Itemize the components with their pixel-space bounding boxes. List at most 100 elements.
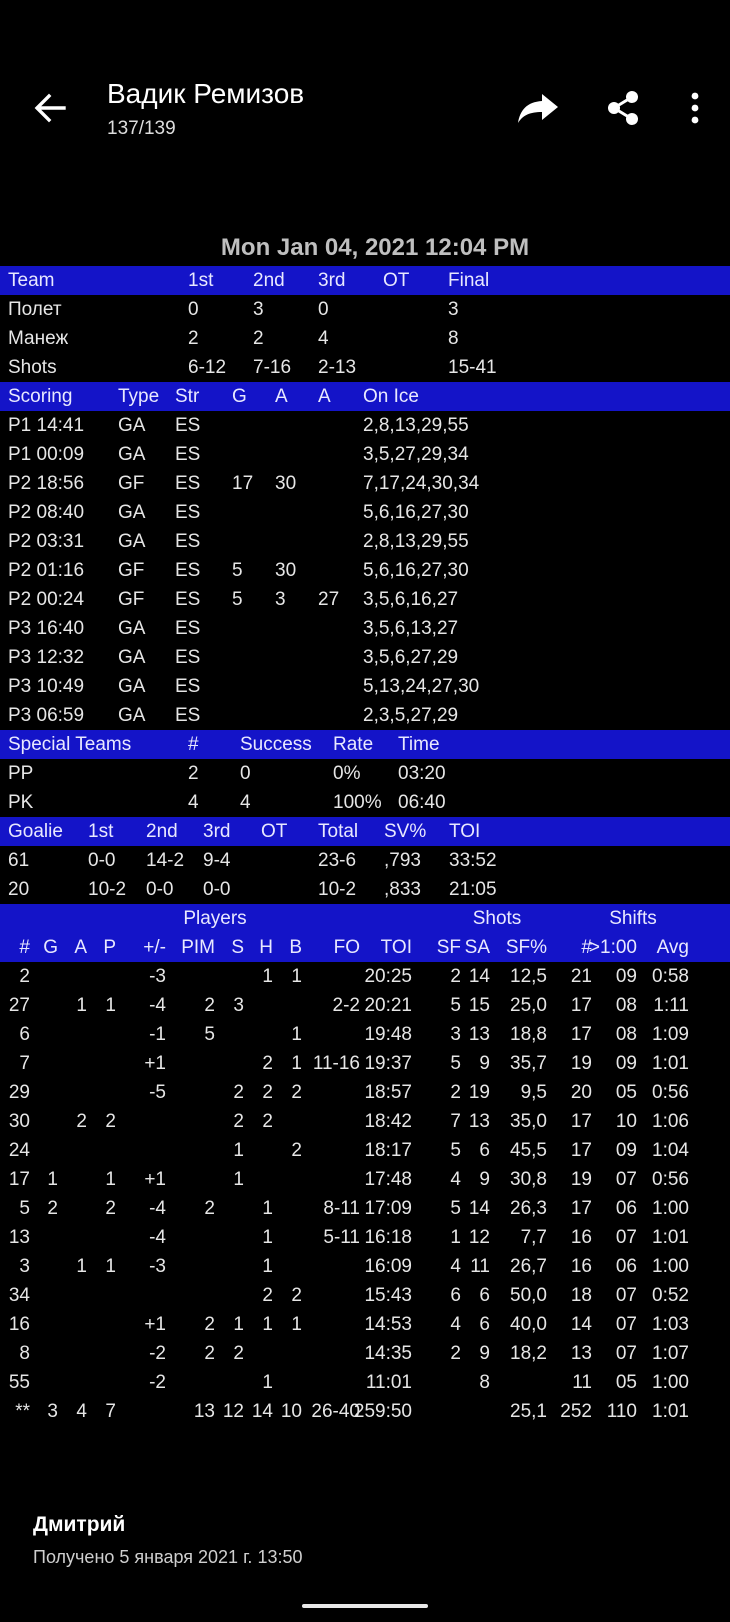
table-cell: 09: [615, 1140, 637, 1161]
table-cell: 11: [470, 1256, 490, 1277]
table-cell: 259:50: [353, 1401, 412, 1422]
table-cell: 1:09: [652, 1024, 689, 1045]
forward-button[interactable]: [515, 88, 561, 128]
share-button[interactable]: [605, 88, 641, 128]
column-header: A: [74, 937, 87, 958]
table-cell: 13: [468, 1024, 490, 1045]
more-options-button[interactable]: [683, 88, 707, 128]
table-cell: 11:01: [365, 1372, 412, 1393]
scoring-row: P2 03:31 GA ES 2,8,13,29,55: [0, 527, 730, 556]
table-cell: 17: [570, 1024, 592, 1045]
table-cell: 4: [450, 1169, 461, 1190]
scoring-row: P2 08:40 GA ES 5,6,16,27,30: [0, 498, 730, 527]
column-header: Shifts: [609, 908, 657, 929]
table-cell: 1: [291, 1314, 302, 1335]
table-cell: 1: [262, 1198, 273, 1219]
table-cell: 2: [76, 1111, 87, 1132]
table-cell: P2 18:56: [8, 473, 85, 494]
table-cell: 1:00: [652, 1198, 689, 1219]
table-cell: 3,5,6,13,27: [363, 618, 459, 639]
table-cell: 1: [47, 1169, 58, 1190]
table-cell: 0:56: [652, 1082, 689, 1103]
table-cell: 0: [188, 299, 199, 320]
table-cell: 12: [222, 1401, 244, 1422]
table-cell: 9-4: [203, 850, 231, 871]
table-cell: 13: [570, 1343, 592, 1364]
table-cell: 09: [615, 1053, 637, 1074]
table-cell: 14:35: [364, 1343, 412, 1364]
table-cell: 19:37: [364, 1053, 412, 1074]
scoring-row: P2 00:24 GF ES 5 3 27 3,5,6,16,27: [0, 585, 730, 614]
table-cell: 15: [468, 995, 490, 1016]
scoring-row: P1 00:09 GA ES 3,5,27,29,34: [0, 440, 730, 469]
table-cell: 21: [570, 966, 592, 987]
table-cell: 2,8,13,29,55: [363, 415, 469, 436]
table-cell: 21:05: [449, 879, 497, 900]
table-cell: 10-2: [88, 879, 127, 900]
table-cell: 33:52: [449, 850, 497, 871]
table-cell: 27: [8, 995, 30, 1016]
table-cell: ES: [175, 531, 201, 552]
column-header: Time: [398, 734, 440, 755]
table-cell: 45,5: [510, 1140, 547, 1161]
table-cell: 16:18: [364, 1227, 412, 1248]
player-row: 13 -4 1 5-11 16:18 1 12 7,7 16 07 1:01: [0, 1223, 730, 1252]
special-teams-row: PP 2 0 0% 03:20: [0, 759, 730, 788]
column-header: PIM: [181, 937, 215, 958]
table-cell: 2: [204, 1314, 215, 1335]
table-cell: 20:25: [364, 966, 412, 987]
table-cell: 2: [188, 763, 199, 784]
column-header: Team: [8, 270, 55, 291]
back-button[interactable]: [30, 88, 70, 128]
more-vertical-icon: [691, 92, 699, 124]
table-cell: 19: [570, 1169, 592, 1190]
table-cell: 11-16: [312, 1053, 360, 1074]
column-header: S: [231, 937, 244, 958]
game-report-image: Mon Jan 04, 2021 12:04 PM Team 1st 2nd 3rd O…: [0, 230, 730, 1426]
table-cell: 1: [262, 1314, 273, 1335]
table-cell: 6: [479, 1285, 490, 1306]
table-cell: 5,6,16,27,30: [363, 560, 469, 581]
table-cell: 0:56: [652, 1169, 689, 1190]
table-cell: GA: [118, 531, 146, 552]
table-cell: 18:42: [364, 1111, 412, 1132]
table-cell: 34: [8, 1285, 30, 1306]
player-row: 24 1 2 18:17 5 6 45,5 17 09 1:04: [0, 1136, 730, 1165]
table-cell: Shots: [8, 357, 57, 378]
table-cell: 1: [76, 1256, 87, 1277]
table-cell: 2: [188, 328, 199, 349]
table-cell: ES: [175, 473, 201, 494]
table-cell: 5: [232, 560, 243, 581]
table-cell: 16: [570, 1256, 592, 1277]
table-cell: 14:53: [364, 1314, 412, 1335]
table-cell: 1:03: [652, 1314, 689, 1335]
table-cell: 1: [105, 1256, 116, 1277]
column-header: Rate: [333, 734, 374, 755]
table-cell: 7,17,24,30,34: [363, 473, 480, 494]
score-row: Полет 0 3 0 3: [0, 295, 730, 324]
table-cell: 1: [262, 1256, 273, 1277]
table-cell: 26,3: [510, 1198, 547, 1219]
table-cell: GF: [118, 473, 145, 494]
share-icon: [608, 91, 638, 125]
column-header: 3rd: [203, 821, 231, 842]
table-cell: ES: [175, 676, 201, 697]
table-cell: 2: [233, 1343, 244, 1364]
table-cell: 30: [275, 560, 297, 581]
player-row: 27 1 1 -4 2 3 2-2 20:21 5 15 25,0 17 08 1:11: [0, 991, 730, 1020]
column-header: #: [19, 937, 30, 958]
table-cell: 3: [19, 1256, 30, 1277]
table-cell: +1: [144, 1053, 166, 1074]
table-cell: 13: [468, 1111, 490, 1132]
goalie-header-row: Goalie 1st 2nd 3rd OT Total SV% TOI: [0, 817, 730, 846]
table-cell: 10-2: [318, 879, 357, 900]
arrow-left-icon: [34, 93, 66, 123]
table-cell: P2 08:40: [8, 502, 85, 523]
table-cell: 14-2: [146, 850, 185, 871]
table-cell: 07: [615, 1285, 637, 1306]
table-cell: 0-0: [203, 879, 231, 900]
table-cell: 40,0: [510, 1314, 547, 1335]
table-cell: 1: [262, 1372, 273, 1393]
scoring-row: P2 18:56 GF ES 17 30 7,17,24,30,34: [0, 469, 730, 498]
home-indicator[interactable]: [302, 1604, 428, 1608]
